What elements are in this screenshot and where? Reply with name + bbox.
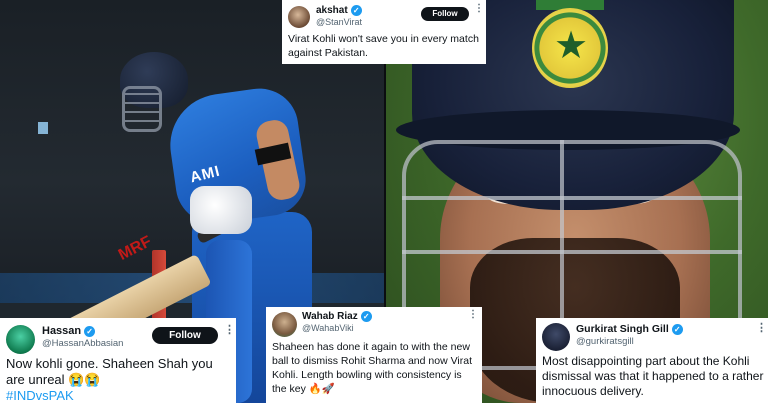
tweet-author-handle[interactable]: @HassanAbbasian bbox=[42, 338, 123, 349]
batting-gloves bbox=[190, 186, 252, 234]
avatar[interactable] bbox=[272, 312, 297, 337]
avatar[interactable] bbox=[6, 325, 35, 354]
tweet-author-name[interactable]: Wahab Riaz ✓ bbox=[302, 311, 372, 322]
follow-button[interactable]: Follow bbox=[152, 327, 218, 344]
tweet-text: Shaheen has done it again to with the ne… bbox=[272, 341, 472, 395]
star-badge-icon: ★ bbox=[553, 25, 589, 67]
tweet-author-handle[interactable]: @gurkiratsgill bbox=[576, 336, 634, 347]
more-options-icon[interactable]: ⋮ bbox=[224, 323, 235, 336]
follow-button[interactable]: Follow bbox=[421, 7, 469, 21]
helmet-grille bbox=[122, 86, 162, 132]
tweet-text: Virat Kohli won't save you in every matc… bbox=[288, 33, 479, 59]
tweet-card-akshat[interactable]: akshat ✓ @StanVirat Follow ⋮ Virat Kohli … bbox=[282, 0, 486, 64]
tweet-card-gurkirat[interactable]: Gurkirat Singh Gill ✓ @gurkiratsgill ⋮ Mo… bbox=[536, 318, 768, 403]
tweet-card-wahab[interactable]: Wahab Riaz ✓ @WahabViki ⋮ Shaheen has don… bbox=[266, 307, 482, 403]
tweet-author-handle[interactable]: @WahabViki bbox=[302, 323, 354, 333]
tweet-text: Now kohli gone. Shaheen Shah you are unr… bbox=[6, 356, 234, 403]
tweet-text: Most disappointing part about the Kohli … bbox=[542, 354, 764, 398]
more-options-icon[interactable]: ⋮ bbox=[474, 3, 484, 14]
verified-badge-icon: ✓ bbox=[350, 5, 362, 16]
avatar[interactable] bbox=[542, 323, 570, 351]
more-options-icon[interactable]: ⋮ bbox=[468, 309, 478, 320]
stadium-light bbox=[38, 122, 48, 134]
tweet-author-name[interactable]: Hassan ✓ bbox=[42, 325, 96, 337]
hashtag-link[interactable]: #INDvsPAK bbox=[6, 388, 74, 403]
grille-bar bbox=[402, 196, 742, 200]
avatar[interactable] bbox=[288, 6, 310, 28]
tweet-card-hassan[interactable]: Hassan ✓ @HassanAbbasian Follow ⋮ Now koh… bbox=[0, 318, 236, 403]
tweet-author-name[interactable]: Gurkirat Singh Gill ✓ bbox=[576, 323, 683, 335]
more-options-icon[interactable]: ⋮ bbox=[756, 321, 767, 334]
tweet-author-name[interactable]: akshat ✓ bbox=[316, 5, 362, 16]
tweet-author-handle[interactable]: @StanVirat bbox=[316, 17, 362, 27]
tweet-body: Now kohli gone. Shaheen Shah you are unr… bbox=[6, 356, 213, 387]
verified-badge-icon: ✓ bbox=[671, 323, 683, 335]
verified-badge-icon: ✓ bbox=[360, 311, 372, 322]
grille-bar bbox=[402, 250, 742, 254]
verified-badge-icon: ✓ bbox=[84, 325, 96, 337]
